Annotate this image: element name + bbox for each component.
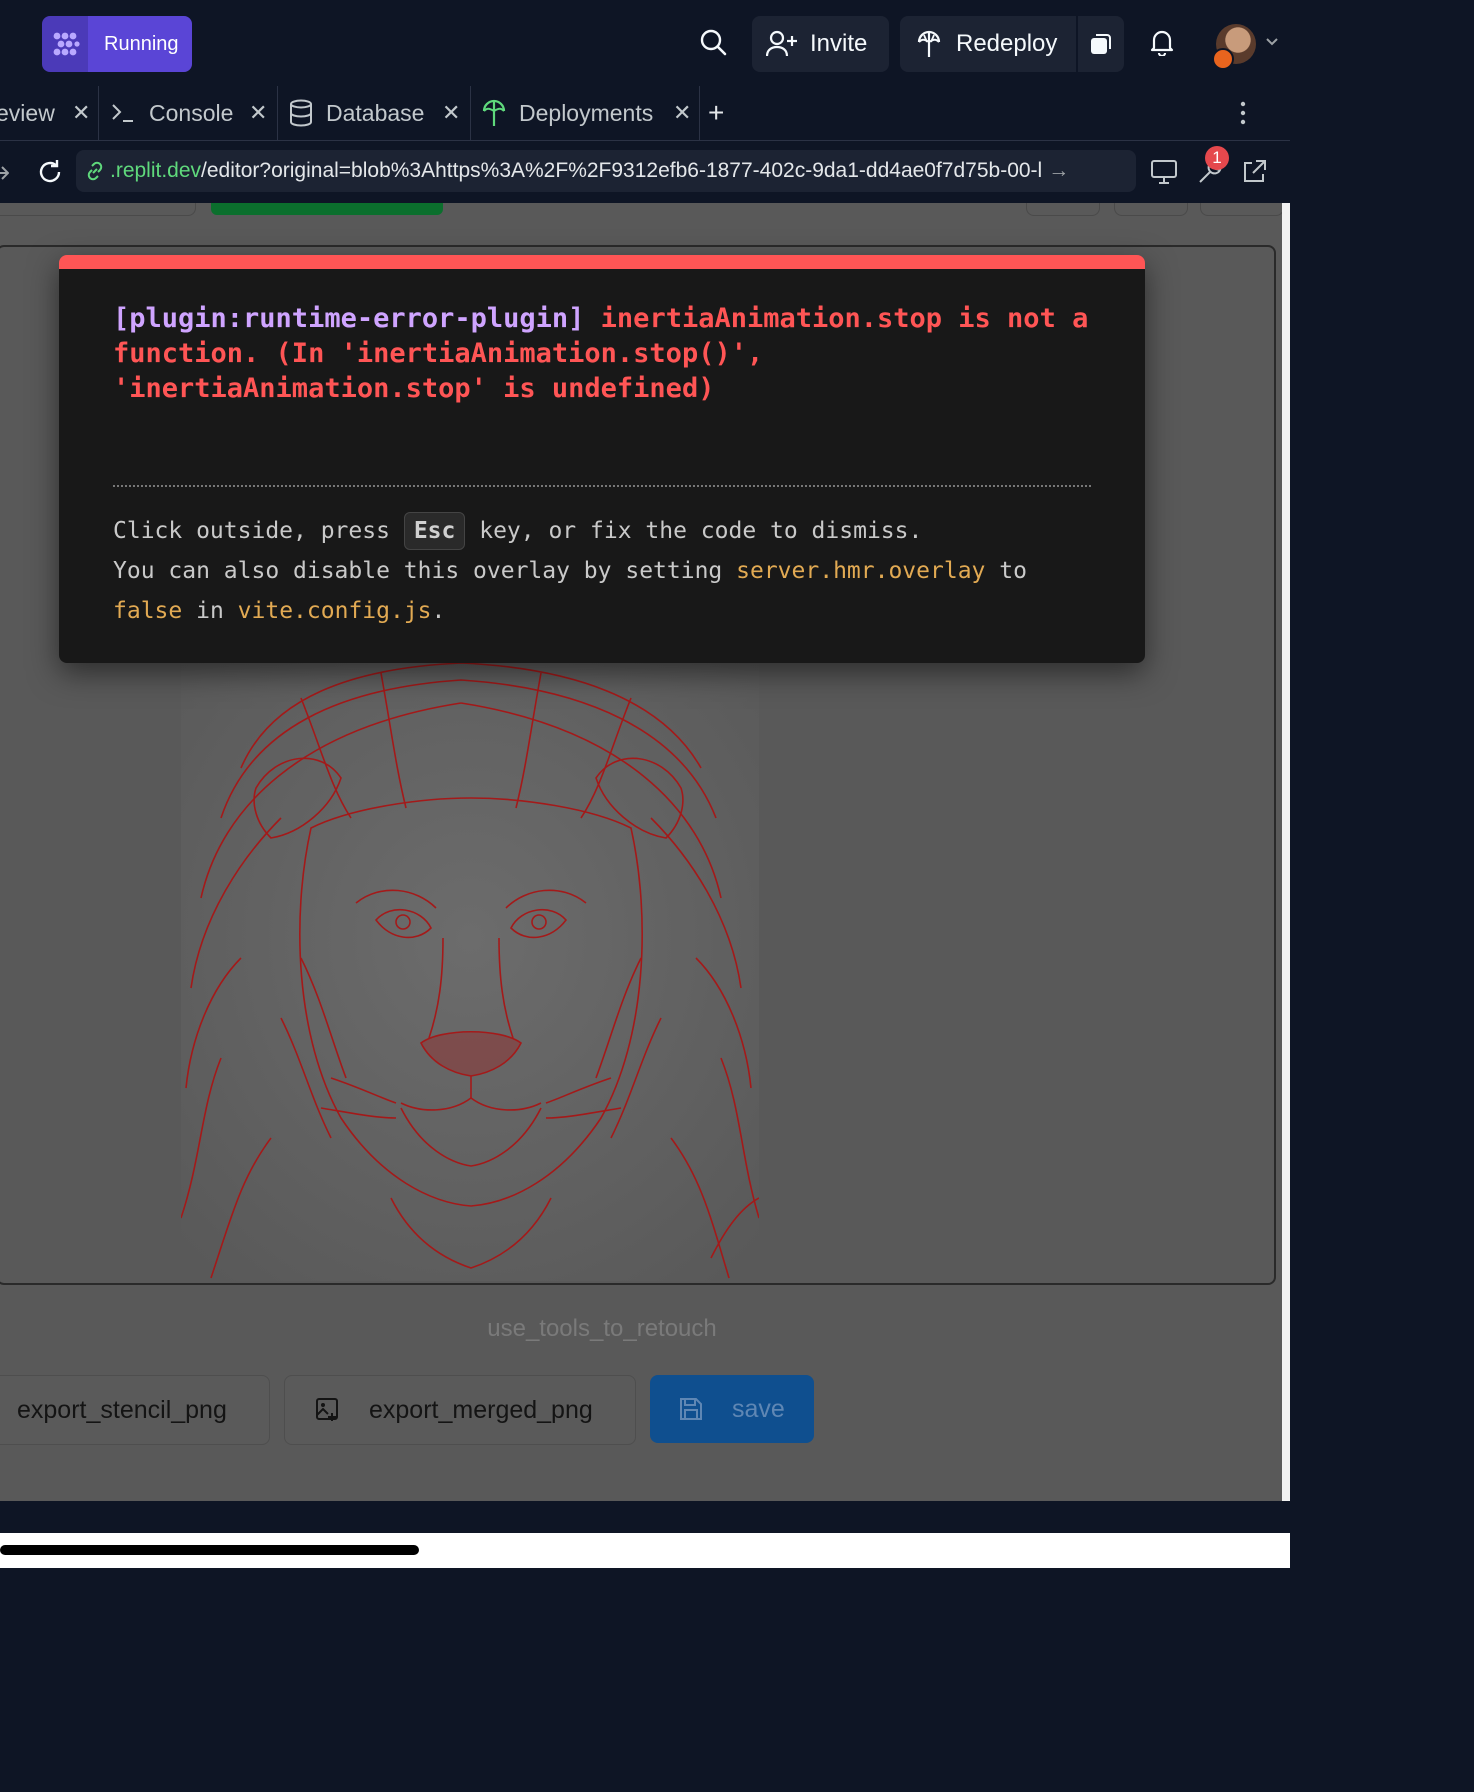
webview-edge bbox=[1282, 203, 1290, 1501]
pane-tab-bar: eview ✕ Console ✕ Database ✕ Deployments… bbox=[0, 86, 1290, 141]
error-count-badge: 1 bbox=[1205, 146, 1229, 170]
export-merged-button[interactable]: export_merged_png bbox=[284, 1375, 636, 1445]
divider bbox=[113, 485, 1091, 487]
tab-label: Console bbox=[149, 99, 234, 126]
forward-arrow-icon[interactable] bbox=[0, 155, 12, 191]
tab-deployments[interactable]: Deployments ✕ bbox=[471, 86, 700, 140]
monitor-icon[interactable] bbox=[1146, 154, 1182, 190]
retouch-hint: use_tools_to_retouch bbox=[487, 1315, 717, 1342]
tab-label: eview bbox=[0, 99, 55, 126]
error-plugin-name: [plugin:runtime-error-plugin] bbox=[113, 303, 585, 334]
tip-text: in bbox=[196, 598, 224, 624]
terminal-icon bbox=[111, 102, 135, 124]
redeploy-label: Redeploy bbox=[956, 30, 1058, 57]
tip-text: . bbox=[431, 598, 446, 624]
close-icon[interactable]: ✕ bbox=[249, 100, 267, 126]
toolbar-button[interactable] bbox=[0, 203, 196, 216]
run-button[interactable]: Running bbox=[42, 16, 192, 72]
esc-key: Esc bbox=[403, 512, 466, 550]
tool-button[interactable] bbox=[1200, 203, 1282, 216]
avatar-status-badge bbox=[1212, 48, 1234, 70]
invite-button[interactable]: Invite bbox=[752, 16, 889, 72]
close-icon[interactable]: ✕ bbox=[442, 100, 460, 126]
url-path: /editor?original=blob%3Ahttps%3A%2F%2F93… bbox=[201, 159, 1043, 182]
save-label: save bbox=[732, 1394, 785, 1423]
config-key: server.hmr.overlay bbox=[736, 558, 986, 584]
add-user-icon bbox=[766, 30, 798, 58]
link-icon bbox=[84, 160, 106, 182]
close-icon[interactable]: ✕ bbox=[673, 100, 691, 126]
webview-address-bar: .replit.dev /editor?original=blob%3Ahttp… bbox=[0, 141, 1290, 203]
workspace-header: Running Invite Redeploy bbox=[0, 0, 1290, 86]
open-external-icon[interactable] bbox=[1236, 154, 1272, 190]
tip-text: to bbox=[999, 558, 1027, 584]
plus-icon: + bbox=[708, 97, 725, 128]
new-tab-button[interactable]: + bbox=[708, 86, 748, 140]
redeploy-button[interactable]: Redeploy bbox=[900, 16, 1076, 72]
vite-error-overlay[interactable]: [plugin:runtime-error-plugin] inertiaAni… bbox=[59, 255, 1145, 663]
tab-webview[interactable]: eview ✕ bbox=[0, 86, 99, 140]
export-merged-label: export_merged_png bbox=[369, 1395, 593, 1424]
tab-label: Database bbox=[326, 99, 425, 126]
copy-window-icon bbox=[1089, 32, 1113, 56]
image-icon bbox=[315, 1397, 341, 1423]
tab-database[interactable]: Database ✕ bbox=[278, 86, 471, 140]
tool-button[interactable] bbox=[1026, 203, 1100, 216]
url-input[interactable]: .replit.dev /editor?original=blob%3Ahttp… bbox=[76, 150, 1136, 192]
url-host: .replit.dev bbox=[110, 159, 202, 182]
floppy-disk-icon bbox=[678, 1396, 704, 1422]
reload-icon[interactable] bbox=[32, 154, 68, 190]
home-indicator[interactable] bbox=[0, 1545, 419, 1555]
deployments-icon bbox=[481, 98, 507, 128]
deployment-options-button[interactable] bbox=[1078, 16, 1124, 72]
chevron-down-icon[interactable] bbox=[1262, 24, 1282, 60]
tab-console[interactable]: Console ✕ bbox=[99, 86, 278, 140]
config-value: false bbox=[113, 598, 183, 624]
bottom-bar bbox=[0, 1501, 1290, 1533]
deploy-icon bbox=[916, 29, 942, 59]
tip-text: You can also disable this overlay by set… bbox=[113, 558, 723, 584]
tab-label: Deployments bbox=[519, 99, 654, 126]
database-icon bbox=[288, 99, 314, 127]
replit-logo-icon bbox=[42, 16, 88, 72]
arrow-right-icon: → bbox=[1048, 159, 1070, 182]
dismiss-tip: Click outside, press Esc key, or fix the… bbox=[113, 511, 1113, 631]
more-options-icon[interactable] bbox=[1240, 86, 1270, 140]
lion-stencil-image[interactable] bbox=[181, 658, 759, 1281]
export-stencil-label: export_stencil_png bbox=[17, 1395, 227, 1424]
tip-text: key, or fix the code to dismiss. bbox=[479, 518, 923, 544]
tool-button[interactable] bbox=[1114, 203, 1188, 216]
export-stencil-button[interactable]: export_stencil_png bbox=[0, 1375, 270, 1445]
error-message: [plugin:runtime-error-plugin] inertiaAni… bbox=[113, 301, 1103, 406]
config-file: vite.config.js bbox=[237, 598, 432, 624]
close-icon[interactable]: ✕ bbox=[72, 100, 90, 126]
invite-label: Invite bbox=[810, 30, 868, 57]
bell-icon[interactable] bbox=[1144, 24, 1180, 60]
run-status-label: Running bbox=[88, 16, 192, 72]
search-icon[interactable] bbox=[695, 24, 731, 60]
primary-action-button[interactable] bbox=[211, 203, 443, 215]
tip-text: Click outside, press bbox=[113, 518, 390, 544]
save-button[interactable]: save bbox=[650, 1375, 814, 1443]
